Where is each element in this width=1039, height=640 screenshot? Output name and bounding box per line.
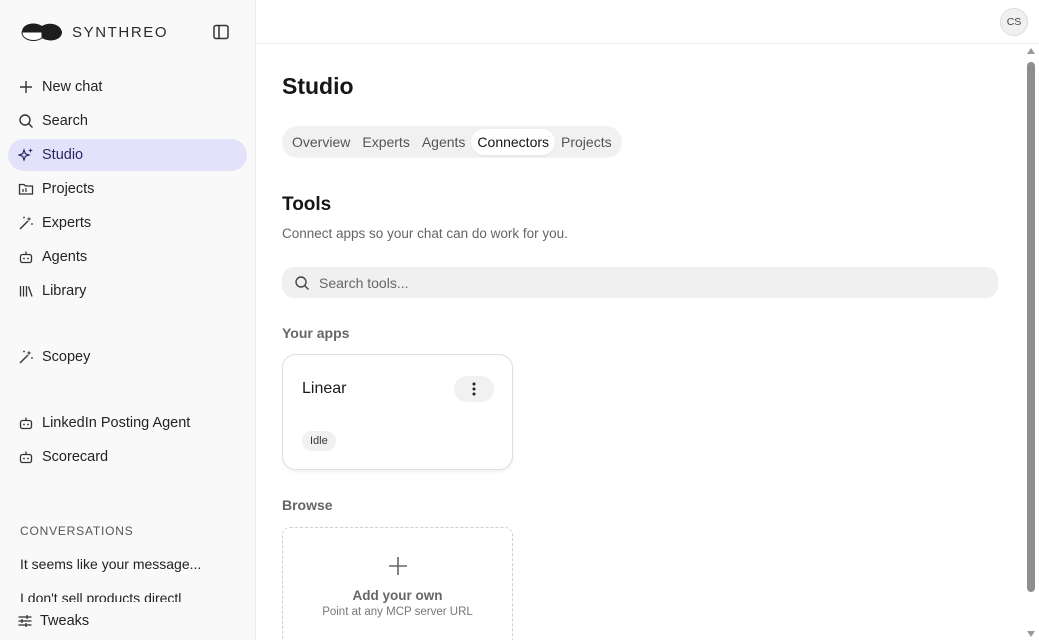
- sidebar-item-label: Projects: [42, 181, 95, 197]
- add-connector-card[interactable]: Add your own Point at any MCP server URL: [282, 527, 513, 640]
- plus-icon: [389, 557, 407, 575]
- section-title: Tools: [282, 194, 332, 215]
- tab-experts[interactable]: Experts: [356, 129, 415, 155]
- sidebar-item-library[interactable]: Library: [8, 275, 247, 307]
- avatar[interactable]: CS: [1000, 8, 1028, 36]
- sidebar-item-label: LinkedIn Posting Agent: [42, 415, 191, 431]
- studio-tabs: Overview Experts Agents Connectors Proje…: [282, 126, 622, 158]
- sidebar-item-new-chat[interactable]: New chat: [8, 71, 247, 103]
- brand-name: SYNTHREO: [72, 23, 169, 41]
- sidebar-item-search[interactable]: Search: [8, 105, 247, 137]
- section-subtitle: Connect apps so your chat can do work fo…: [282, 226, 568, 241]
- sidebar-item-scopey[interactable]: Scopey: [8, 341, 247, 373]
- sidebar-toggle-icon[interactable]: [212, 23, 230, 41]
- brand[interactable]: SYNTHREO: [20, 20, 168, 44]
- sidebar-item-experts[interactable]: Experts: [8, 207, 247, 239]
- bot-icon: [18, 449, 34, 465]
- tab-agents[interactable]: Agents: [416, 129, 472, 155]
- plus-icon: [18, 79, 34, 95]
- add-card-title: Add your own: [352, 588, 443, 603]
- sidebar-item-label: Agents: [42, 249, 88, 265]
- tab-projects[interactable]: Projects: [555, 129, 618, 155]
- sidebar-nav: New chat Search Studio Projects Experts: [8, 71, 247, 475]
- sidebar-item-label: Experts: [42, 215, 92, 231]
- main-content: Studio Overview Experts Agents Connector…: [282, 44, 1002, 640]
- more-options-button[interactable]: [454, 376, 494, 402]
- sidebar: SYNTHREO New chat Search Studio Projects…: [0, 0, 256, 640]
- sidebar-item-scorecard[interactable]: Scorecard: [8, 441, 247, 473]
- tools-search[interactable]: [282, 267, 998, 298]
- app-name: Linear: [302, 380, 347, 397]
- browse-heading: Browse: [282, 497, 333, 513]
- sidebar-item-projects[interactable]: Projects: [8, 173, 247, 205]
- tab-overview[interactable]: Overview: [286, 129, 356, 155]
- app-card-linear[interactable]: Linear Idle: [282, 354, 513, 470]
- sidebar-item-linkedin-agent[interactable]: LinkedIn Posting Agent: [8, 407, 247, 439]
- search-icon: [295, 275, 309, 290]
- conversations-heading: CONVERSATIONS: [20, 524, 134, 538]
- sidebar-item-label: Scorecard: [42, 449, 109, 465]
- sidebar-item-agents[interactable]: Agents: [8, 241, 247, 273]
- tweaks-button[interactable]: Tweaks: [0, 602, 255, 640]
- sparkles-icon: [18, 147, 34, 163]
- sidebar-item-label: Search: [42, 113, 88, 129]
- page-title: Studio: [282, 73, 354, 99]
- status-badge: Idle: [302, 431, 336, 451]
- kebab-icon: [472, 382, 476, 396]
- search-icon: [18, 113, 34, 129]
- scrollbar[interactable]: [1024, 44, 1039, 640]
- conversation-item[interactable]: It seems like your message...: [20, 556, 240, 572]
- scroll-up-arrow-icon[interactable]: [1027, 48, 1035, 54]
- library-icon: [18, 283, 34, 299]
- top-bar: CS: [256, 0, 1039, 44]
- scrollbar-thumb[interactable]: [1027, 62, 1035, 592]
- add-card-subtitle: Point at any MCP server URL: [322, 606, 473, 618]
- scroll-down-arrow-icon[interactable]: [1027, 631, 1035, 637]
- wand-icon: [18, 349, 34, 365]
- sidebar-item-studio[interactable]: Studio: [8, 139, 247, 171]
- sidebar-item-label: New chat: [42, 79, 103, 95]
- tweaks-label: Tweaks: [40, 613, 90, 629]
- bot-icon: [18, 249, 34, 265]
- sidebar-item-label: Studio: [42, 147, 84, 163]
- wand-icon: [18, 215, 34, 231]
- your-apps-heading: Your apps: [282, 325, 350, 341]
- synthreo-logo-icon: [21, 23, 62, 41]
- bot-icon: [18, 415, 34, 431]
- folder-icon: [18, 181, 34, 197]
- sidebar-item-label: Library: [42, 283, 87, 299]
- sliders-icon: [18, 615, 32, 627]
- search-input[interactable]: [319, 274, 919, 291]
- tab-connectors[interactable]: Connectors: [471, 129, 556, 155]
- sidebar-item-label: Scopey: [42, 349, 91, 365]
